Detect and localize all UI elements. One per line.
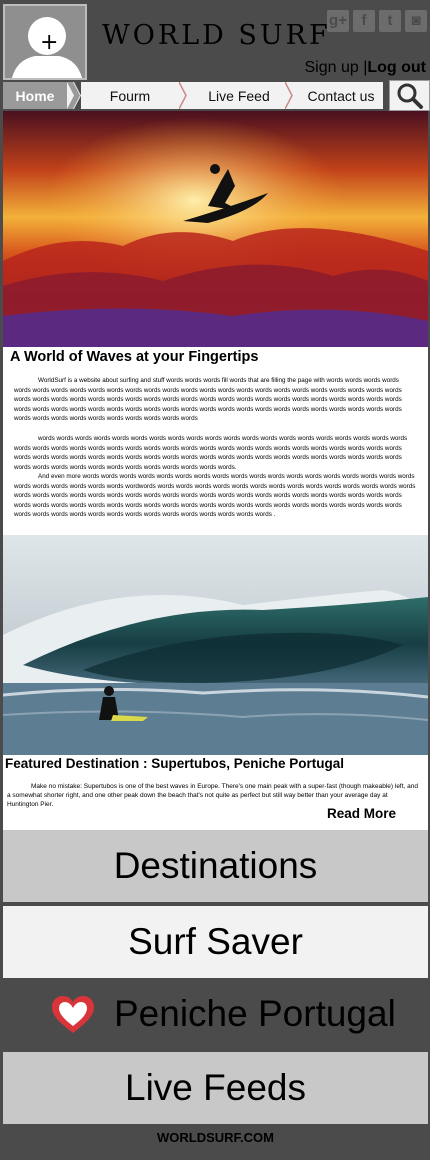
hero-surf-image [3, 111, 428, 347]
logout-link[interactable]: Log out [367, 59, 426, 76]
featured-body: Make no mistake: Supertubos is one of th… [7, 783, 419, 808]
avatar[interactable]: + [3, 4, 87, 80]
article-paragraph: words words words words words words word… [14, 435, 408, 471]
nav-chevron-icon [285, 82, 299, 109]
google-plus-icon[interactable]: g+ [327, 10, 349, 32]
nav-live-feed[interactable]: Live Feed [193, 82, 285, 109]
intro-article: A World of Waves at your Fingertips Worl… [3, 347, 428, 535]
signup-link[interactable]: Sign up [304, 59, 358, 76]
heart-icon[interactable] [50, 995, 96, 1035]
nav-chevron-icon [67, 82, 81, 109]
nav-home[interactable]: Home [3, 82, 67, 109]
menu-surf-saver[interactable]: Surf Saver [3, 906, 428, 978]
nav-contact[interactable]: Contact us [299, 82, 383, 109]
main-nav: Home Fourm Live Feed Contact us [0, 80, 430, 111]
search-button[interactable] [389, 80, 430, 111]
featured-destination: Featured Destination : Supertubos, Penic… [3, 755, 428, 830]
article-paragraph: WorldSurf is a website about surfing and… [14, 377, 402, 423]
header: + WORLD SURF g+ f t ◙ Sign up |Log out [0, 0, 430, 80]
article-heading: A World of Waves at your Fingertips [10, 349, 259, 365]
featured-heading: Featured Destination : Supertubos, Penic… [5, 756, 345, 771]
auth-links: Sign up |Log out [304, 59, 426, 77]
menu-peniche-label: Peniche Portugal [114, 993, 396, 1034]
facebook-icon[interactable]: f [353, 10, 375, 32]
article-paragraph: And even more words words words words wo… [14, 473, 416, 519]
nav-chevron-icon [179, 82, 193, 109]
menu-peniche-portugal[interactable]: Peniche Portugal [18, 978, 416, 1050]
featured-wave-image [3, 535, 428, 755]
read-more-link[interactable]: Read More [327, 806, 396, 821]
site-logo[interactable]: WORLD SURF [102, 20, 331, 51]
twitter-icon[interactable]: t [379, 10, 401, 32]
nav-forum[interactable]: Fourm [81, 82, 179, 109]
menu-destinations[interactable]: Destinations [3, 830, 428, 902]
menu-live-feeds[interactable]: Live Feeds [3, 1052, 428, 1124]
instagram-icon[interactable]: ◙ [405, 10, 427, 32]
footer[interactable]: WORLDSURF.COM [3, 1124, 428, 1154]
search-icon [397, 83, 423, 109]
add-photo-icon[interactable]: + [40, 32, 58, 54]
